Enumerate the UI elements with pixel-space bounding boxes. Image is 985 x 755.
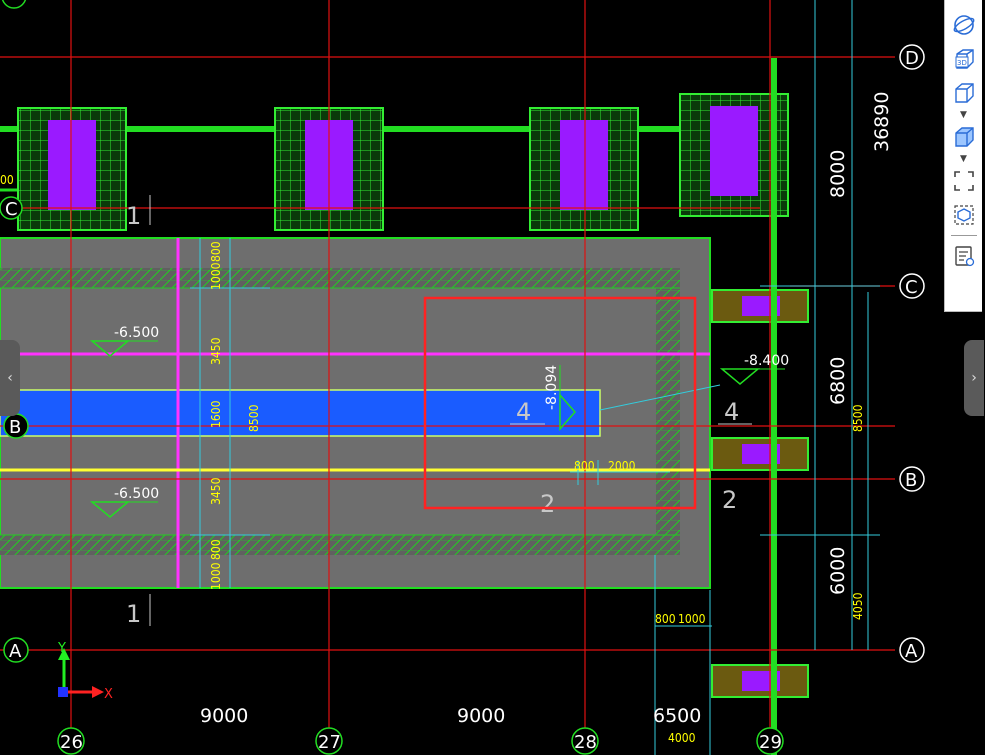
grid-bubble-A[interactable]: A [899,637,925,663]
svg-text:B: B [905,470,917,491]
svg-text:-6.500: -6.500 [114,325,159,341]
isolate-button[interactable] [949,200,979,230]
grid-bubble-D[interactable]: D [899,44,925,70]
view-dropdown-caret[interactable]: ▼ [949,110,979,120]
view-toolbar: 3D ▼ ▼ [944,0,982,312]
grid-bubble-B-left[interactable]: B [3,413,29,439]
dim-6500: 6500 [653,705,701,727]
cad-drawing-canvas[interactable]: 9000 9000 6500 4000 36890 8000 6800 6000… [0,0,985,755]
hatch-strip-bottom [0,535,680,555]
svg-text:A: A [905,641,918,662]
dim-left-partial: 00 [0,173,14,187]
svg-text:-8.094: -8.094 [544,365,560,410]
view-3d-icon: 3D [955,49,974,69]
layer-properties-button[interactable] [949,241,979,271]
svg-text:B: B [9,417,21,438]
section-mark-2-right: 2 [722,486,737,514]
svg-text:A: A [9,641,22,662]
svg-text:C: C [905,277,918,298]
fit-extents-button[interactable] [949,166,979,196]
footing-3[interactable] [529,107,639,231]
dim-section-3450-bottom: 3450 [209,477,223,505]
svg-text:C: C [5,199,18,220]
isolate-icon [953,205,974,225]
svg-text:-8.400: -8.400 [744,353,789,369]
dim-9000-1: 9000 [200,705,248,727]
dim-section-8500: 8500 [247,404,261,432]
view-style-dropdown-caret[interactable]: ▼ [949,154,979,164]
dim-detail-2000: 2000 [608,459,636,473]
pile-cap-1[interactable] [711,289,809,323]
dim-6000: 6000 [827,547,849,595]
svg-text:29: 29 [759,732,782,753]
view-cube-solid-button[interactable] [949,122,979,152]
section-mark-1-bottom: 1 [126,600,141,628]
grid-bubble-C-left[interactable]: C [0,196,23,220]
footing-1[interactable] [17,107,127,231]
right-panel-toggle[interactable]: › [964,340,984,416]
section-mark-2: 2 [540,490,555,518]
dim-bottom-800: 800 [655,612,676,626]
dim-8000: 8000 [827,150,849,198]
left-panel-toggle[interactable]: ‹ [0,340,20,416]
dim-4000: 4000 [668,731,696,745]
dim-8500-right: 8500 [851,404,865,432]
dim-section-1000-bottom: 1000 [209,562,223,590]
view-cube-solid-icon [954,127,974,147]
orbit-button[interactable] [949,10,979,40]
grid-bubble-27[interactable]: 27 [315,727,343,755]
grid-bubble-26[interactable]: 26 [57,727,85,755]
svg-text:D: D [905,48,919,69]
grid-bubble-C[interactable]: C [899,273,925,299]
section-mark-4: 4 [516,398,531,426]
grid-bubble-28[interactable]: 28 [571,727,599,755]
layer-properties-icon [954,246,974,267]
svg-text:28: 28 [574,732,597,753]
blue-channel[interactable] [0,389,601,437]
dim-section-3450-top: 3450 [209,337,223,365]
view-cube-outline-button[interactable] [949,78,979,108]
section-mark-1-top: 1 [126,202,141,230]
fit-extents-icon [953,171,974,191]
dim-section-1600: 1600 [209,400,223,428]
grid-bubble-29[interactable]: 29 [756,727,784,755]
grid-bubble-A-left[interactable]: A [3,637,29,663]
svg-text:-6.500: -6.500 [114,486,159,502]
view-3d-button[interactable]: 3D [949,44,979,74]
hatch-strip-right [656,268,680,555]
pile-cap-2[interactable] [711,437,809,471]
svg-text:27: 27 [318,732,341,753]
svg-text:26: 26 [60,732,83,753]
dim-section-800-top: 800 [209,241,223,262]
dim-6800: 6800 [827,357,849,405]
orbit-icon [953,15,974,35]
svg-text:X: X [104,687,113,702]
toolbar-separator [950,235,977,236]
hatch-strip-top [0,268,680,288]
dim-36890: 36890 [871,92,893,152]
svg-text:Y: Y [57,641,66,656]
svg-text:3D: 3D [957,59,967,67]
view-cube-outline-icon [954,83,974,103]
grid-bubble-B[interactable]: B [899,466,925,492]
dim-4050: 4050 [851,592,865,620]
dim-bottom-1000: 1000 [678,612,706,626]
dim-section-1000-top: 1000 [209,262,223,290]
dim-detail-800: 800 [574,459,595,473]
pile-cap-3[interactable] [711,664,809,698]
dim-section-800-bottom: 800 [209,539,223,560]
section-mark-4-right: 4 [724,398,739,426]
dim-9000-2: 9000 [457,705,505,727]
